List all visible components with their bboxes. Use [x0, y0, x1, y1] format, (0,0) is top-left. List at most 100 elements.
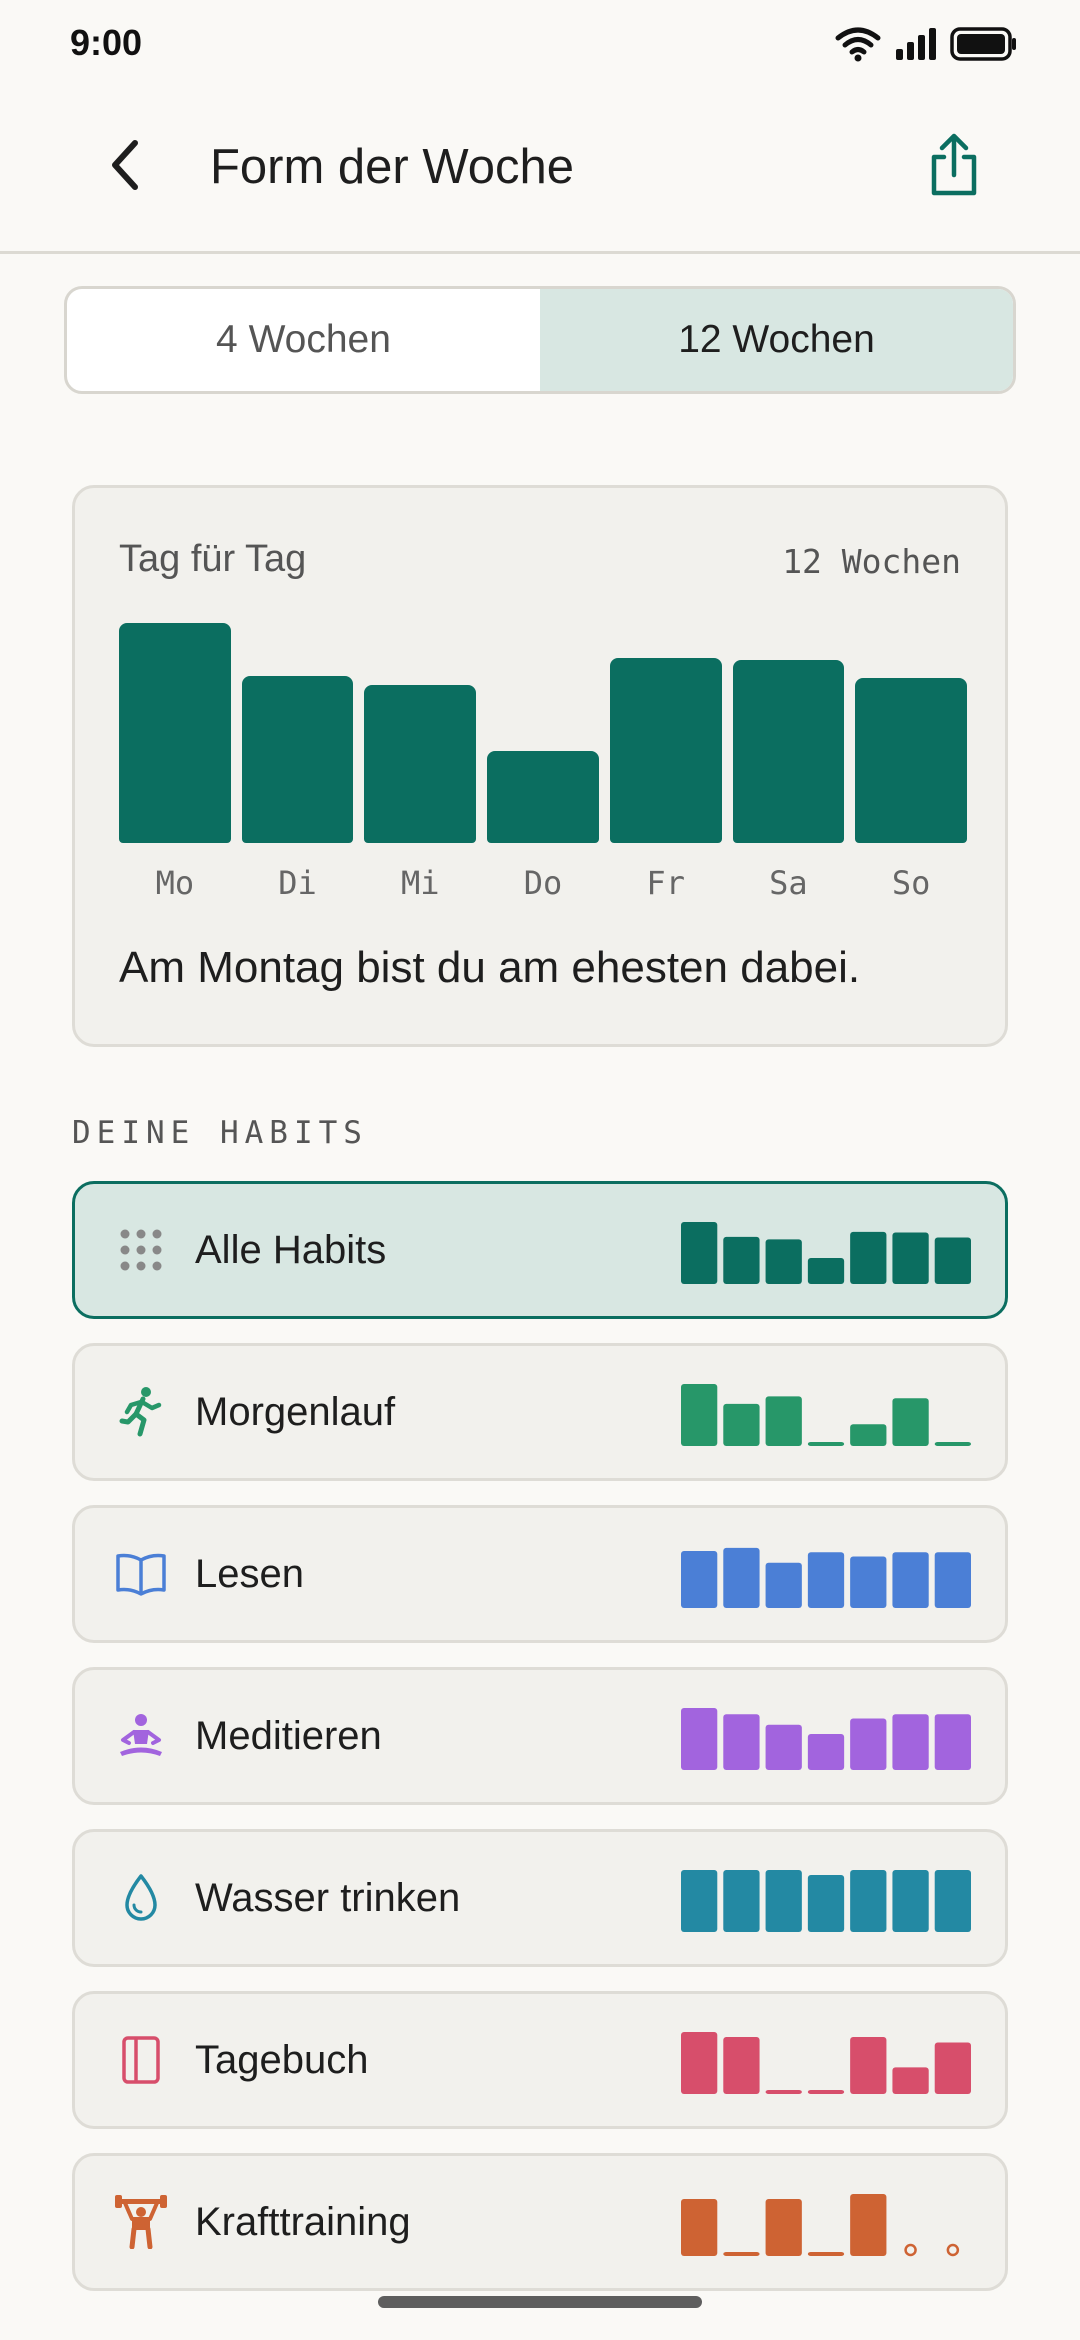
sparkline-bar — [807, 2090, 845, 2094]
habit-weekly-sparkline — [681, 1528, 971, 1618]
weightlifter-icon — [113, 2194, 169, 2250]
sparkline-bar — [850, 1870, 887, 1932]
weekday-chart-card: Tag für Tag 12 Wochen Mo Di Mi Do Fr Sa So Am … — [72, 485, 1008, 1047]
weekday-label-fr: Fr — [646, 864, 685, 902]
sparkline-bar — [934, 1870, 971, 1932]
sparkline-bar — [765, 1870, 802, 1932]
runner-icon — [113, 1384, 169, 1440]
habit-weekly-sparkline — [681, 2176, 971, 2266]
weekday-bar-di — [241, 675, 354, 843]
battery-icon — [950, 27, 1016, 61]
habit-weekly-sparkline — [681, 1366, 971, 1456]
section-label: DEINE HABITS — [72, 1115, 368, 1151]
sparkline-bar — [723, 2036, 760, 2094]
grid-dots-icon — [113, 1222, 169, 1278]
habit-row-wasser-trinken[interactable]: Wasser trinken — [72, 1829, 1008, 1967]
card-range-label: 12 Wochen — [782, 542, 961, 581]
sparkline-svg — [681, 2032, 971, 2094]
habit-name: Krafttraining — [195, 2200, 411, 2244]
sparkline-bar — [723, 2252, 760, 2256]
weekday-label-di: Di — [278, 864, 317, 902]
sparkline-bar — [765, 1239, 802, 1284]
sparkline-bar — [681, 1384, 718, 1446]
share-icon — [931, 133, 977, 196]
insight-text: Am Montag bist du am ehesten dabei. — [119, 943, 861, 992]
sparkline-bar — [934, 2042, 971, 2094]
sparkline-bar — [892, 1714, 929, 1770]
weekday-label-do: Do — [523, 864, 563, 902]
share-button[interactable] — [916, 128, 992, 204]
sparkline-bar — [850, 1556, 887, 1608]
sparkline-bar — [892, 1232, 929, 1284]
home-indicator[interactable] — [378, 2296, 702, 2308]
sparkline-bar — [723, 1403, 760, 1446]
sparkline-bar — [892, 1870, 929, 1932]
habit-name: Lesen — [195, 1552, 304, 1596]
sparkline-bar — [723, 1714, 760, 1770]
sparkline-svg — [681, 1547, 971, 1608]
habit-row-krafttraining[interactable]: Krafttraining — [72, 2153, 1008, 2291]
weekday-bar-do — [487, 750, 599, 843]
back-button[interactable] — [90, 130, 160, 200]
signal-icon — [896, 28, 936, 60]
water-drop-icon — [113, 1870, 169, 1926]
weekday-axis-labels: Mo Di Mi Do Fr Sa So — [119, 864, 967, 914]
sparkline-bar — [681, 1708, 718, 1770]
sparkline-svg — [681, 1708, 971, 1770]
weekday-bar-sa — [732, 660, 845, 843]
sparkline-bar — [807, 1257, 845, 1284]
sparkline-bar — [807, 2252, 845, 2256]
meditation-icon — [113, 1708, 169, 1764]
sparkline-bar — [681, 1870, 718, 1932]
sparkline-bar — [892, 1398, 929, 1446]
sparkline-bar — [850, 1231, 887, 1284]
sparkline-bar — [934, 1714, 971, 1770]
weekday-bar-chart — [119, 623, 967, 843]
sparkline-bar — [807, 1442, 845, 1446]
range-option-4-weeks[interactable]: 4 Wochen — [67, 289, 540, 391]
habit-row-meditieren[interactable]: Meditieren — [72, 1667, 1008, 1805]
weekday-bar-fr — [609, 658, 722, 843]
weekday-label-mi: Mi — [401, 864, 440, 902]
sparkline-svg — [681, 1870, 971, 1932]
weekday-bar-mo — [119, 623, 231, 843]
sparkline-bar — [765, 1396, 802, 1446]
status-time: 9:00 — [70, 22, 143, 63]
status-icons — [834, 26, 1018, 62]
sparkline-bar — [934, 1237, 971, 1284]
sparkline-bar — [765, 1724, 802, 1770]
habit-row-lesen[interactable]: Lesen — [72, 1505, 1008, 1643]
sparkline-bar — [681, 1222, 718, 1284]
habit-weekly-sparkline — [681, 2014, 971, 2104]
book-icon — [113, 1546, 169, 1602]
sparkline-bar — [681, 2032, 718, 2094]
habit-name: Morgenlauf — [195, 1390, 396, 1434]
sparkline-bar — [807, 1734, 845, 1770]
habit-row-tagebuch[interactable]: Tagebuch — [72, 1991, 1008, 2129]
sparkline-bar — [892, 1552, 929, 1608]
sparkline-bar — [723, 1547, 760, 1608]
habit-row-morgenlauf[interactable]: Morgenlauf — [72, 1343, 1008, 1481]
habit-name: Tagebuch — [195, 2038, 369, 2082]
wifi-icon — [835, 27, 881, 62]
weekday-label-mo: Mo — [155, 864, 195, 902]
sparkline-bar — [723, 1236, 760, 1284]
sparkline-bar — [946, 2243, 960, 2257]
journal-icon — [113, 2032, 169, 2088]
habit-name: Wasser trinken — [195, 1876, 461, 1920]
habit-weekly-sparkline — [681, 1690, 971, 1780]
app-header: Form der Woche — [0, 86, 1080, 254]
sparkline-bar — [850, 2194, 887, 2256]
sparkline-bar — [850, 1718, 887, 1770]
sparkline-bar — [807, 1552, 845, 1608]
sparkline-svg — [681, 1222, 971, 1284]
range-option-12-weeks[interactable]: 12 Wochen — [540, 289, 1013, 391]
sparkline-bar — [681, 2198, 718, 2256]
sparkline-bar — [850, 2036, 887, 2094]
sparkline-bar — [850, 1424, 887, 1446]
habit-row-alle-habits[interactable]: Alle Habits — [72, 1181, 1008, 1319]
sparkline-bar — [723, 1870, 760, 1932]
habit-name: Alle Habits — [195, 1228, 387, 1272]
sparkline-bar — [765, 2090, 802, 2094]
page-title: Form der Woche — [210, 140, 574, 194]
